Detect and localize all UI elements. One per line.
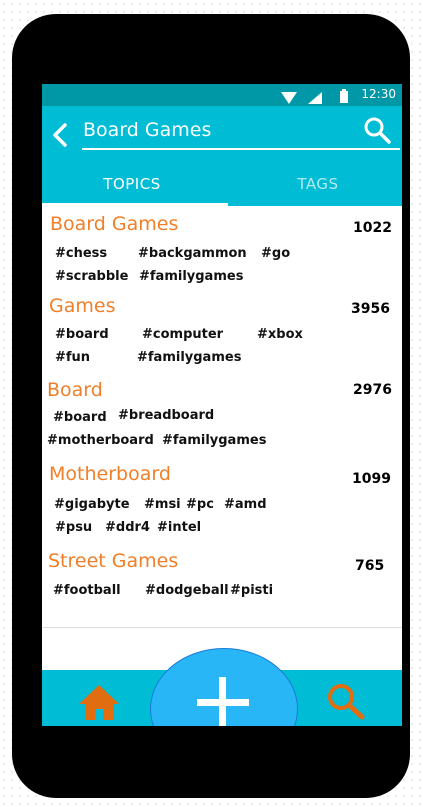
- topic-count: 1099: [352, 471, 391, 487]
- topic-tag[interactable]: #intel: [157, 520, 201, 535]
- app-bar: Board Games: [42, 106, 402, 162]
- search-input-value: Board Games: [83, 119, 212, 141]
- topic-card[interactable]: Games 3956 #board #computer #xbox #fun #…: [42, 292, 402, 372]
- topic-tag[interactable]: #amd: [224, 497, 267, 512]
- topic-tag[interactable]: #breadboard: [118, 408, 214, 423]
- topic-tag[interactable]: #familygames: [162, 433, 266, 448]
- add-button[interactable]: [150, 648, 298, 726]
- topic-tag[interactable]: #board: [53, 410, 107, 425]
- search-icon[interactable]: [363, 116, 391, 144]
- topic-count: 1022: [353, 220, 392, 236]
- topic-tag[interactable]: #xbox: [257, 327, 303, 342]
- topic-tag[interactable]: #msi: [144, 497, 181, 512]
- tab-topics[interactable]: TOPICS: [42, 162, 222, 206]
- chevron-left-icon[interactable]: [50, 122, 72, 148]
- status-time: 12:30: [361, 87, 396, 101]
- topic-tag[interactable]: #backgammon: [138, 246, 247, 261]
- topic-tag[interactable]: #familygames: [137, 350, 241, 365]
- topic-tag[interactable]: #football: [53, 583, 121, 598]
- topic-tag[interactable]: #gigabyte: [54, 497, 130, 512]
- topic-tag[interactable]: #fun: [55, 350, 90, 365]
- topic-tag[interactable]: #computer: [142, 327, 223, 342]
- plus-icon: [195, 675, 251, 726]
- topic-title: Games: [49, 295, 116, 317]
- topic-count: 3956: [351, 301, 390, 317]
- topic-tag[interactable]: #dodgeball: [145, 583, 229, 598]
- phone-frame: 12:30 Board Games TOPICS TAGS Board Game…: [12, 14, 410, 798]
- topic-count: 765: [355, 558, 385, 574]
- status-bar: 12:30: [42, 84, 402, 106]
- topic-card[interactable]: Board 2976 #board #breadboard #motherboa…: [42, 371, 402, 456]
- topic-title: Board Games: [50, 213, 179, 235]
- topic-tag[interactable]: #pc: [186, 497, 214, 512]
- topic-card[interactable]: Street Games 765 #football #dodgeball #p…: [42, 541, 402, 628]
- tab-bar: TOPICS TAGS: [42, 162, 402, 206]
- topic-tag[interactable]: #go: [261, 246, 290, 261]
- search-icon[interactable]: [326, 682, 366, 724]
- topic-tag[interactable]: #motherboard: [47, 433, 154, 448]
- topic-title: Board: [47, 379, 103, 401]
- topic-title: Motherboard: [49, 463, 171, 485]
- tab-tags[interactable]: TAGS: [228, 162, 402, 206]
- topic-card[interactable]: Motherboard 1099 #gigabyte #msi #pc #amd…: [42, 455, 402, 542]
- tab-tags-label: TAGS: [297, 175, 339, 193]
- topic-title: Street Games: [48, 550, 179, 572]
- topic-tag[interactable]: #pisti: [230, 583, 273, 598]
- search-input[interactable]: Board Games: [82, 116, 400, 150]
- topic-tag[interactable]: #chess: [55, 246, 107, 261]
- topic-card[interactable]: Board Games 1022 #chess #backgammon #go …: [42, 206, 402, 293]
- topic-tag[interactable]: #psu: [55, 520, 92, 535]
- tab-topics-label: TOPICS: [103, 175, 161, 193]
- topic-tag[interactable]: #board: [55, 327, 109, 342]
- app-screen: 12:30 Board Games TOPICS TAGS Board Game…: [42, 84, 402, 726]
- topic-count: 2976: [353, 382, 392, 398]
- topic-tag[interactable]: #ddr4: [105, 520, 150, 535]
- battery-icon: [340, 88, 348, 107]
- topic-tag[interactable]: #familygames: [139, 269, 243, 284]
- topic-tag[interactable]: #scrabble: [55, 269, 128, 284]
- home-icon[interactable]: [78, 684, 120, 724]
